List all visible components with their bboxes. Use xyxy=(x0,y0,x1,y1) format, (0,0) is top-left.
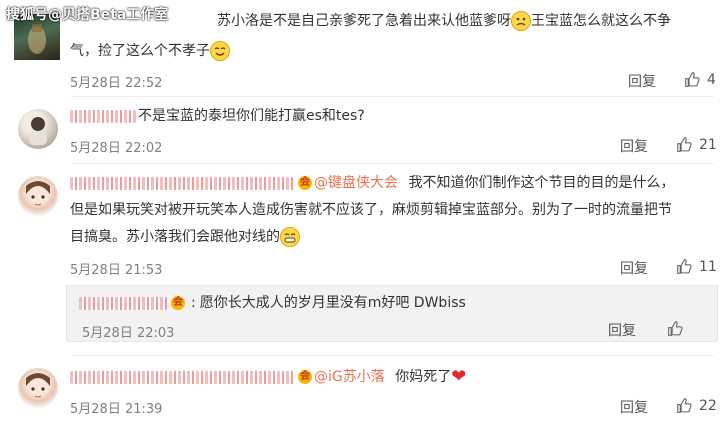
thumbs-up-icon xyxy=(677,398,692,413)
sub-reply-text-line: 会: 愿你长大成人的岁月里没有m好吧 DWbiss xyxy=(79,292,466,314)
avatar-image-icon xyxy=(29,117,47,145)
comment-text-line: 不是宝蓝的泰坦你们能打赢es和tes? xyxy=(70,105,365,127)
sub-reply-text: 愿你长大成人的岁月里没有m好吧 DWbiss xyxy=(199,295,466,311)
smile-face-emoji-icon xyxy=(210,41,230,61)
comment-text-part: 你妈死了 xyxy=(395,369,452,385)
avatar-image-icon xyxy=(26,181,50,206)
thumbs-up-icon xyxy=(677,137,692,152)
sub-reply: 会: 愿你长大成人的岁月里没有m好吧 DWbiss 5月28日 22:03 回复 xyxy=(66,285,718,342)
comment-text-line: 但是如果玩笑对被开玩笑本人造成伤害就不应该了，麻烦剪辑掉宝蓝部分。别为了一时的流… xyxy=(70,199,720,221)
reply-button[interactable]: 回复 xyxy=(608,320,636,340)
like-button[interactable]: 21 xyxy=(676,136,717,153)
comment-text: 苏小洛是不是自己亲爹死了急着出来认他蓝爹呀 王宝蓝怎么就这么不争 xyxy=(217,10,717,32)
comment-text-line: 会 @iG苏小落 你妈死了❤ xyxy=(70,366,466,388)
comment-time: 5月28日 22:52 xyxy=(70,76,163,91)
reply-button[interactable]: 回复 xyxy=(628,71,656,91)
thumbs-up-icon xyxy=(677,259,692,274)
like-button[interactable] xyxy=(667,320,684,337)
like-count: 4 xyxy=(707,71,716,88)
vip-badge-icon: 会 xyxy=(298,370,312,384)
reply-button[interactable]: 回复 xyxy=(620,258,648,278)
vip-badge-icon: 会 xyxy=(298,176,312,190)
avatar[interactable] xyxy=(18,109,58,149)
username-redacted[interactable] xyxy=(70,370,294,384)
grin-face-emoji-icon xyxy=(280,227,300,247)
avatar-image-icon xyxy=(26,373,50,398)
mention-link[interactable]: @iG苏小落 xyxy=(314,369,385,385)
comment-text-part: 苏小洛是不是自己亲爹死了急着出来认他蓝爹呀 xyxy=(217,13,511,29)
like-count: 21 xyxy=(699,136,717,153)
vip-badge-icon: 会 xyxy=(171,296,185,310)
comment-text-part: 目搞臭。苏小落我们会跟他对线的 xyxy=(70,229,280,245)
thumbs-up-icon xyxy=(668,321,683,336)
username-redacted[interactable] xyxy=(70,176,294,190)
comment-time: 5月28日 21:39 xyxy=(70,402,163,417)
comment-time: 5月28日 21:53 xyxy=(70,263,163,278)
watermark: 搜狐号@贝搭Beta工作室 xyxy=(6,7,169,23)
comment-item: 会 @iG苏小落 你妈死了❤ 5月28日 21:39 回复 22 xyxy=(0,356,728,423)
like-count: 11 xyxy=(699,258,717,275)
comment-text-part: 但是如果玩笑对被开玩笑本人造成伤害就不应该了，麻烦剪辑掉宝蓝部分。别为了一时的流… xyxy=(70,202,672,218)
avatar[interactable] xyxy=(18,368,58,408)
comment-item: 不是宝蓝的泰坦你们能打赢es和tes? 5月28日 22:02 回复 21 xyxy=(0,97,728,163)
comment-item: 会 @键盘侠大会 我不知道你们制作这个节目的目的是什么， 但是如果玩笑对被开玩笑本… xyxy=(0,164,728,354)
mention-link[interactable]: @键盘侠大会 xyxy=(314,175,398,191)
comment-text-part: 气，捡了这么个不孝子 xyxy=(70,43,210,59)
comment-text-line: 会 @键盘侠大会 我不知道你们制作这个节目的目的是什么， xyxy=(70,172,720,194)
comment-text-line: 目搞臭。苏小落我们会跟他对线的 xyxy=(70,226,300,248)
comment-time: 5月28日 22:02 xyxy=(70,141,163,156)
reply-button[interactable]: 回复 xyxy=(620,136,648,156)
sub-reply-time: 5月28日 22:03 xyxy=(82,326,175,341)
comment-text-part: 我不知道你们制作这个节目的目的是什么， xyxy=(408,175,675,191)
username-redacted[interactable] xyxy=(70,109,136,123)
reply-button[interactable]: 回复 xyxy=(620,397,648,417)
username-redacted[interactable] xyxy=(79,296,167,310)
sad-face-emoji-icon xyxy=(511,11,531,31)
like-button[interactable]: 11 xyxy=(676,258,717,275)
like-button[interactable]: 4 xyxy=(684,71,716,88)
comment-text-part: 不是宝蓝的泰坦你们能打赢es和tes? xyxy=(138,108,365,124)
thumbs-up-icon xyxy=(685,72,700,87)
comment-text-line: 气，捡了这么个不孝子 xyxy=(70,40,230,62)
comment-text-part: 王宝蓝怎么就这么不争 xyxy=(531,13,671,29)
like-count: 22 xyxy=(699,397,717,414)
heart-emoji-icon: ❤ xyxy=(451,366,467,387)
like-button[interactable]: 22 xyxy=(676,397,717,414)
avatar[interactable] xyxy=(18,176,58,216)
